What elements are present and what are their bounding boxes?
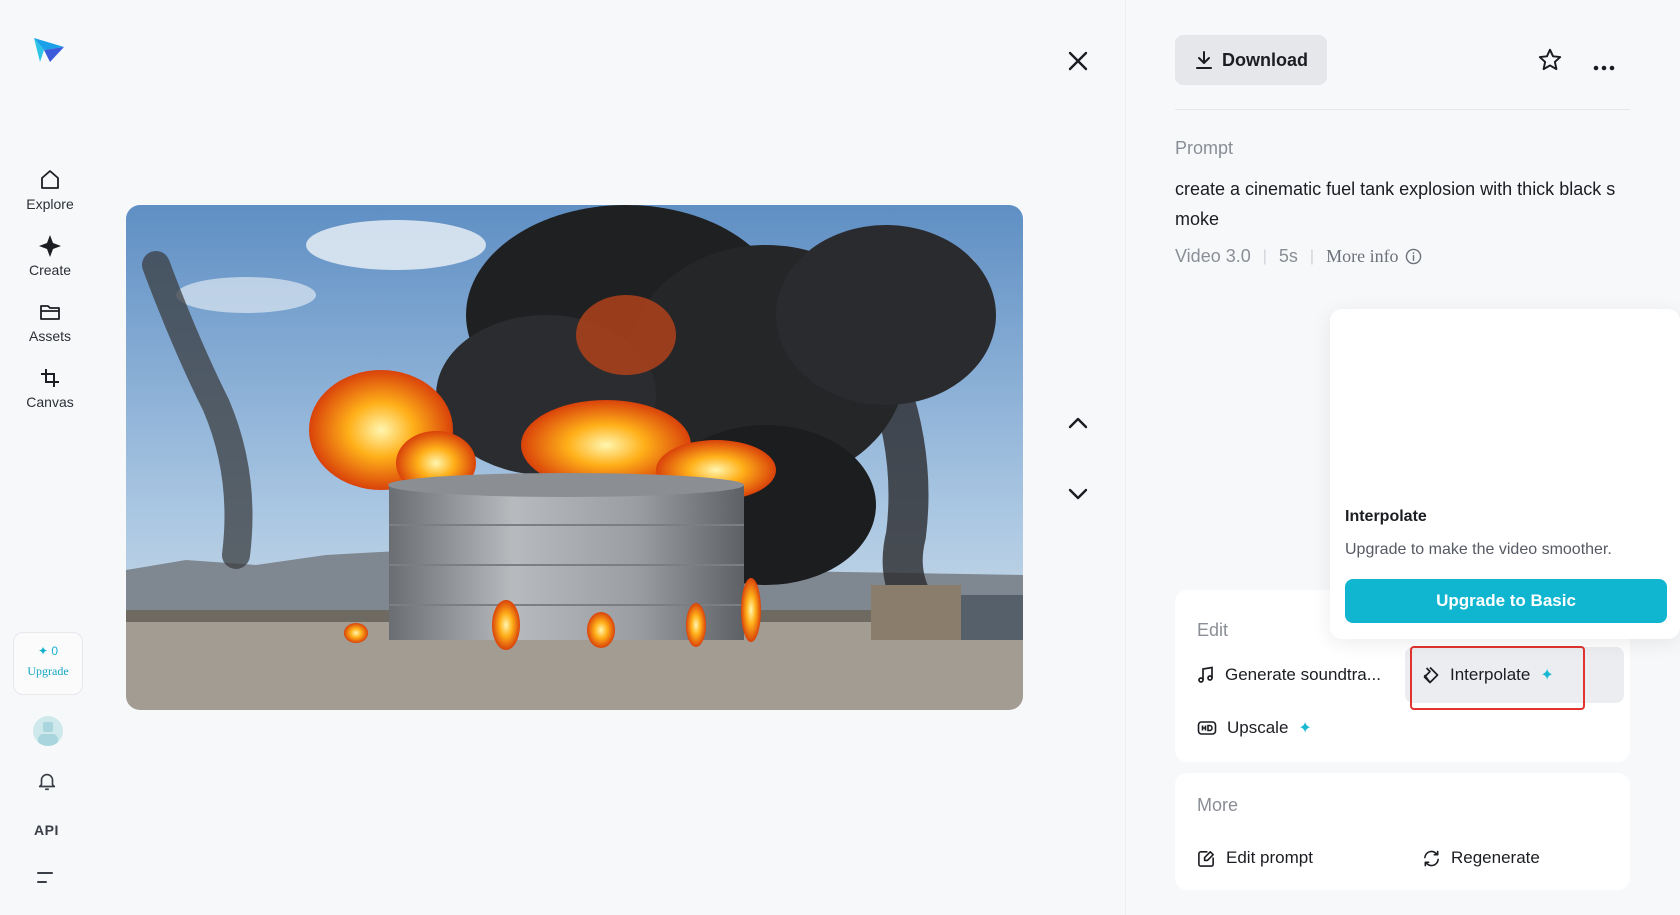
info-icon <box>1405 248 1421 265</box>
api-link[interactable]: API <box>34 822 59 838</box>
credits-count: ✦ 0 <box>37 644 59 658</box>
upgrade-to-basic-button[interactable]: Upgrade to Basic <box>1345 579 1667 623</box>
menu-icon[interactable] <box>37 871 55 890</box>
edit-prompt-button[interactable]: Edit prompt <box>1197 841 1313 875</box>
action-label: Upscale <box>1227 718 1289 737</box>
sparkle-icon <box>39 235 61 257</box>
prompt-text: create a cinematic fuel tank explosion w… <box>1175 179 1616 229</box>
more-info-link[interactable]: More info <box>1326 246 1421 267</box>
action-label: Edit prompt <box>1226 848 1313 867</box>
chevron-down-icon[interactable] <box>1065 481 1091 512</box>
sidebar-item-label: Canvas <box>26 394 74 410</box>
action-label: Generate soundtra... <box>1225 665 1381 684</box>
edit-title: Edit <box>1197 620 1229 640</box>
sidebar-item-canvas[interactable]: Canvas <box>10 366 90 426</box>
close-icon[interactable] <box>1065 48 1091 74</box>
more-info-label: More info <box>1326 246 1399 266</box>
sidebar-item-assets[interactable]: Assets <box>10 300 90 360</box>
sidebar-item-create[interactable]: Create <box>10 234 90 294</box>
avatar[interactable] <box>33 716 63 746</box>
upscale-button[interactable]: Upscale ✦ <box>1197 711 1312 745</box>
more-options-icon[interactable] <box>1593 58 1615 76</box>
meta-separator: | <box>1309 247 1315 265</box>
prompt-title: Prompt <box>1175 138 1234 158</box>
star-icon[interactable] <box>1537 47 1563 78</box>
logo[interactable] <box>32 32 66 66</box>
generation-meta: Video 3.0 | 5s | More info <box>1175 246 1422 267</box>
upgrade-label: Upgrade <box>27 664 69 678</box>
sidebar-item-label: Assets <box>28 328 71 344</box>
interpolate-upgrade-popover: Interpolate Upgrade to make the video sm… <box>1330 309 1680 639</box>
duration: 5s <box>1278 246 1298 266</box>
regenerate-button[interactable]: Regenerate <box>1422 841 1540 875</box>
upgrade-credits-button[interactable]: ✦ 0 Upgrade <box>13 632 83 695</box>
chevron-up-icon[interactable] <box>1065 410 1091 441</box>
music-note-icon <box>1198 666 1213 683</box>
folder-icon <box>40 305 60 320</box>
sidebar-item-label: Create <box>28 262 72 278</box>
popover-description: Upgrade to make the video smoother. <box>1345 541 1612 558</box>
more-title: More <box>1197 795 1239 815</box>
hd-icon <box>1197 721 1217 735</box>
action-label: Regenerate <box>1451 848 1540 867</box>
crop-icon <box>41 369 59 387</box>
video-preview[interactable] <box>126 205 1023 710</box>
header-divider <box>1175 109 1630 110</box>
sidebar: Explore Create Assets Canvas ✦ 0 Upgrade… <box>0 0 96 915</box>
model-version: Video 3.0 <box>1175 246 1251 266</box>
sidebar-item-label: Explore <box>26 196 74 212</box>
download-button[interactable]: Download <box>1175 35 1327 85</box>
generate-soundtrack-button[interactable]: Generate soundtra... <box>1197 658 1381 692</box>
download-label: Download <box>1222 49 1308 70</box>
highlight-box <box>1410 646 1585 710</box>
home-icon <box>41 170 59 189</box>
meta-separator: | <box>1262 247 1267 265</box>
bell-icon[interactable] <box>36 770 58 797</box>
panel-divider <box>1125 0 1126 915</box>
refresh-icon <box>1424 850 1439 866</box>
sidebar-item-explore[interactable]: Explore <box>10 168 90 228</box>
credits-value: 0 <box>51 644 59 658</box>
download-icon <box>1196 51 1212 69</box>
premium-sparkle-icon: ✦ <box>1298 720 1312 737</box>
edit-icon <box>1198 850 1214 867</box>
popover-title: Interpolate <box>1345 508 1427 525</box>
